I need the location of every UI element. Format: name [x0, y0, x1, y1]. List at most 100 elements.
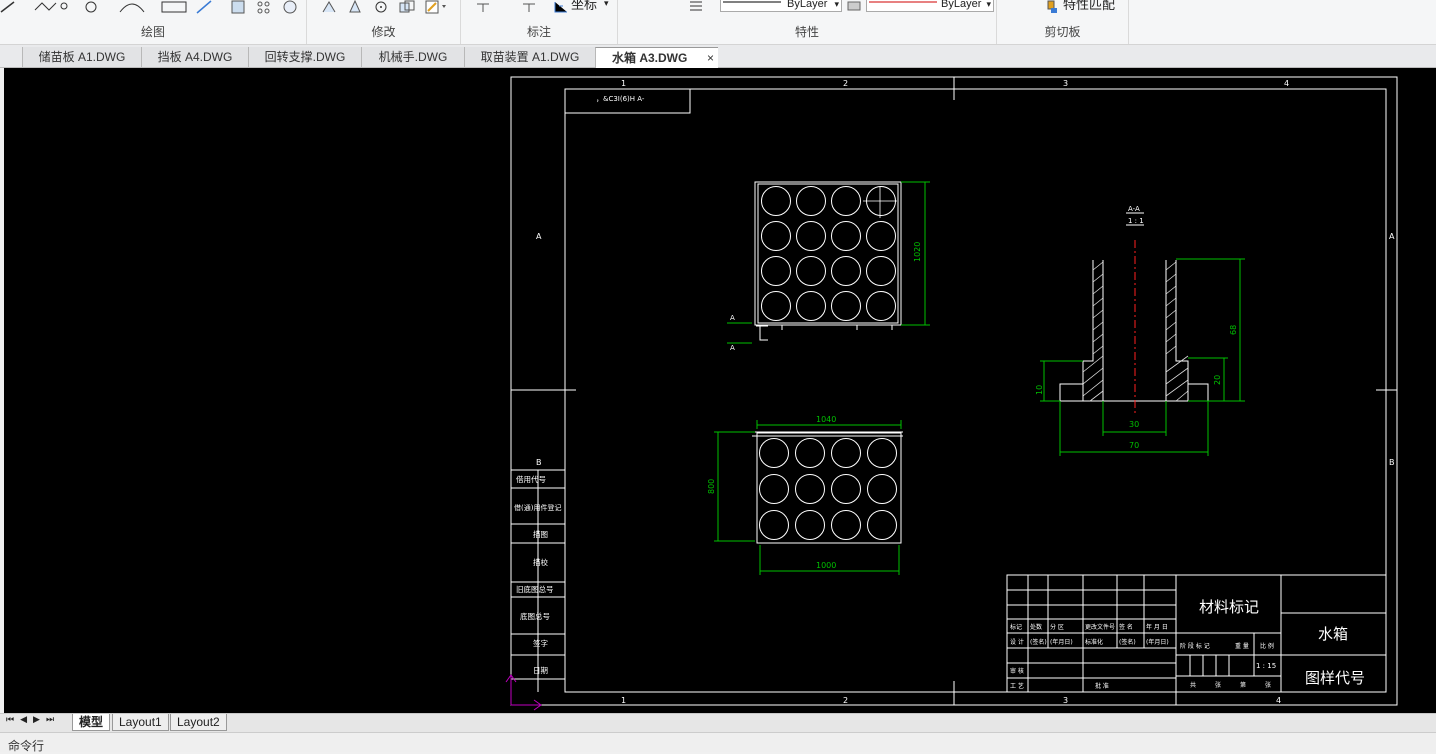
tab-dangban[interactable]: 挡板 A4.DWG [141, 47, 248, 67]
col-label: 4 [1284, 79, 1289, 88]
title-block-cell: 批 准 [1095, 682, 1109, 690]
strip-label: 描图 [533, 529, 548, 539]
dim-text: 30 [1129, 420, 1139, 429]
linetype-select[interactable]: ByLayer ▾ [720, 0, 842, 12]
title-block-cell: 张 [1265, 681, 1271, 689]
hole-circle [761, 221, 791, 251]
dim-text: 800 [707, 479, 716, 494]
hole-circle [796, 256, 826, 286]
region-tool-icon[interactable] [256, 0, 272, 14]
hatch-tool-icon[interactable] [230, 0, 246, 14]
title-block-cell: 处数 [1030, 623, 1042, 631]
ribbon-group-clipboard: 特性匹配 剪切板 [997, 0, 1129, 44]
cad-drawing: 1 2 3 4 1 2 3 4 A A B B ，&C3I(6)H A- 借用代… [505, 76, 1398, 711]
strip-label: 借用代号 [516, 474, 546, 484]
col-label: 2 [843, 79, 848, 88]
ucs-icon [505, 674, 542, 711]
properties-edit-icon[interactable] [425, 0, 446, 14]
dim-linear-icon[interactable] [475, 0, 491, 14]
title-block-cell: 第 [1240, 681, 1246, 689]
ribbon-group-dimension: 坐标 ▾ 标注 [461, 0, 618, 44]
col-label: 3 [1063, 79, 1068, 88]
scale-tool-icon[interactable] [347, 0, 363, 14]
lineweight-icon[interactable] [688, 0, 704, 14]
hole-circle [759, 474, 789, 504]
arc-tool-icon[interactable] [118, 0, 145, 14]
title-block-cell: 年 月 日 [1146, 623, 1168, 631]
tank-front-view [752, 431, 903, 544]
strip-label: 借(通)用件登记 [514, 503, 561, 512]
row-label: A [536, 232, 542, 241]
tab-qumiao[interactable]: 取苗装置 A1.DWG [464, 47, 595, 67]
match-properties-icon[interactable] [1045, 0, 1061, 14]
title-block-cell: 更改文件号 [1085, 623, 1115, 631]
tab-layout1[interactable]: Layout1 [112, 714, 169, 731]
drawing-scale: 1 : 15 [1256, 662, 1276, 670]
dim-ordinate-button[interactable]: 坐标 [571, 0, 597, 13]
dropdown-arrow-icon[interactable]: ▾ [604, 0, 609, 9]
ribbon-group-modify: 修改 [307, 0, 461, 44]
transparency-icon[interactable] [846, 0, 862, 14]
row-label: B [1389, 458, 1395, 467]
material-mark: 材料标记 [1199, 598, 1259, 616]
chevron-down-icon: ▾ [834, 0, 839, 9]
rectangle-tool-icon[interactable] [160, 0, 187, 14]
rotate-tool-icon[interactable] [373, 0, 389, 14]
dim-aligned-icon[interactable] [521, 0, 537, 14]
col-label: 1 [621, 696, 626, 705]
ribbon-group-properties: ByLayer ▾ ByLayer ▾ 特性 [618, 0, 997, 44]
tab-jixieshou[interactable]: 机械手.DWG [361, 47, 464, 67]
dim-text: 70 [1129, 441, 1139, 450]
hole-circle [761, 256, 791, 286]
hole-circle [831, 186, 861, 216]
close-icon[interactable]: × [707, 48, 714, 68]
hole-circle [866, 291, 896, 321]
boundary-tool-icon[interactable] [282, 0, 298, 14]
hole-circle [759, 510, 789, 540]
polyline-tool-icon[interactable] [34, 0, 68, 14]
dim-text: 1040 [816, 415, 836, 424]
strip-label: 描校 [533, 557, 548, 567]
hole-circle [867, 474, 897, 504]
document-tabs: 储苗板 A1.DWG 挡板 A4.DWG 回转支撑.DWG 机械手.DWG 取苗… [0, 45, 1436, 68]
tab-nav-arrows-icon[interactable]: ⏮◀▶⏭ [6, 714, 60, 725]
title-block-cell: (年月日) [1146, 638, 1169, 646]
col-label: 1 [621, 79, 626, 88]
ribbon: 绘图 修改 坐标 ▾ 标注 ByLayer ▾ ByLayer ▾ 特性 特性匹… [0, 0, 1436, 45]
dim-ordinate-icon[interactable] [553, 0, 569, 14]
dim-text: 20 [1213, 375, 1222, 385]
color-select[interactable]: ByLayer ▾ [866, 0, 994, 12]
command-line[interactable]: 命令行 [0, 732, 1436, 753]
title-block-cell: 审 核 [1010, 667, 1024, 675]
hole-circle [866, 221, 896, 251]
tab-model[interactable]: 模型 [72, 714, 111, 731]
section-view [1059, 212, 1209, 415]
line-tool-icon[interactable] [0, 0, 16, 14]
circle-tool-icon[interactable] [84, 0, 100, 14]
title-block-cell: 工 艺 [1010, 682, 1024, 690]
strip-label: 日期 [533, 666, 548, 675]
drawing-canvas[interactable]: 1 2 3 4 1 2 3 4 A A B B ，&C3I(6)H A- 借用代… [4, 68, 1436, 713]
hole-circle [795, 438, 825, 468]
strip-label: 签字 [533, 638, 548, 648]
strip-label: 底图总号 [520, 611, 550, 621]
section-label: A-A [1128, 205, 1140, 213]
tab-chumiaoban[interactable]: 储苗板 A1.DWG [22, 47, 141, 67]
construction-line-icon[interactable] [196, 0, 212, 14]
tab-layout2[interactable]: Layout2 [170, 714, 227, 731]
linetype-value: ByLayer [787, 0, 828, 10]
stretch-tool-icon[interactable] [321, 0, 337, 14]
tab-shuixiang[interactable]: 水箱 A3.DWG × [595, 47, 718, 68]
title-block-cell: 分 区 [1050, 623, 1064, 631]
tank-top-view [754, 181, 902, 341]
col-label: 4 [1276, 696, 1281, 705]
copy-tool-icon[interactable] [399, 0, 415, 14]
drawing-number: 图样代号 [1305, 669, 1365, 687]
title-block-cell: 重 量 [1235, 642, 1249, 650]
title-block-cell: 张 [1215, 681, 1221, 689]
tab-huizhuan[interactable]: 回转支撑.DWG [248, 47, 361, 67]
hole-circle [795, 474, 825, 504]
hole-circle [831, 438, 861, 468]
stamp-text: ，&C3I(6)H A- [596, 95, 645, 103]
match-properties-button[interactable]: 特性匹配 [1063, 0, 1115, 13]
